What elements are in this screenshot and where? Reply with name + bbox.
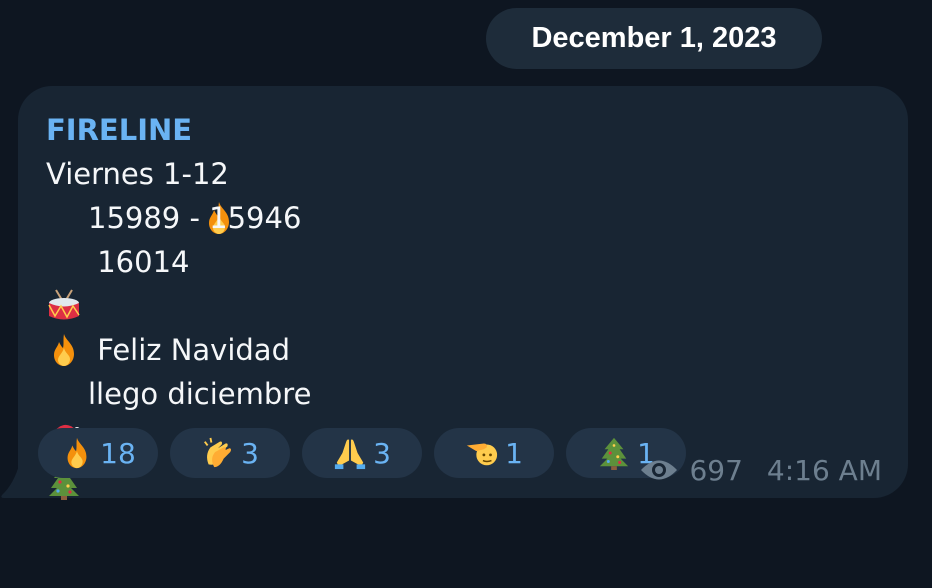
reaction-saluting-hand[interactable]: 1 xyxy=(434,428,554,478)
fire-icon xyxy=(201,112,237,234)
message-meta: 697 4:16 AM xyxy=(639,448,882,492)
message-line: Viernes 1-12 xyxy=(46,152,311,196)
reaction-count: 18 xyxy=(100,436,136,470)
message-time: 4:16 AM xyxy=(766,453,882,487)
reaction-count: 3 xyxy=(373,436,391,470)
reaction-count: 3 xyxy=(241,436,259,470)
line-text: 15989 - 15946 xyxy=(88,201,302,235)
message-line: Feliz Navidad xyxy=(46,328,311,455)
santa-icon xyxy=(46,332,82,455)
reaction-clapping-hands[interactable]: 3 xyxy=(170,428,290,478)
saluting-hand-icon xyxy=(465,436,499,470)
folded-hands-icon xyxy=(333,436,367,470)
sender-name[interactable]: FIRELINE xyxy=(46,108,192,152)
fire-icon xyxy=(60,436,94,470)
message-line: 15989 - 15946 xyxy=(46,196,311,320)
line-text: Feliz Navidad xyxy=(88,333,290,367)
reaction-fire[interactable]: 18 xyxy=(38,428,158,478)
drum-icon xyxy=(46,200,82,320)
sender-line: FIRELINE xyxy=(46,108,311,234)
reactions-bar: 18 3 3 1 1 xyxy=(38,428,686,478)
message-body: FIRELINE Viernes 1-12 15989 - 15946 1601… xyxy=(46,108,312,500)
line-text: 16014 xyxy=(88,245,190,279)
bubble-tail xyxy=(0,462,20,498)
clapping-hands-icon xyxy=(201,436,235,470)
eye-icon xyxy=(639,457,679,483)
fire-icon xyxy=(46,244,82,366)
view-count: 697 xyxy=(689,453,743,487)
date-separator: December 1, 2023 xyxy=(486,8,822,69)
christmas-tree-icon xyxy=(597,436,631,470)
reaction-folded-hands[interactable]: 3 xyxy=(302,428,422,478)
line-text: Viernes 1-12 xyxy=(46,157,229,191)
reaction-count: 1 xyxy=(505,436,523,470)
christmas-tree-icon xyxy=(46,376,82,500)
line-text: llego diciembre xyxy=(88,377,312,411)
